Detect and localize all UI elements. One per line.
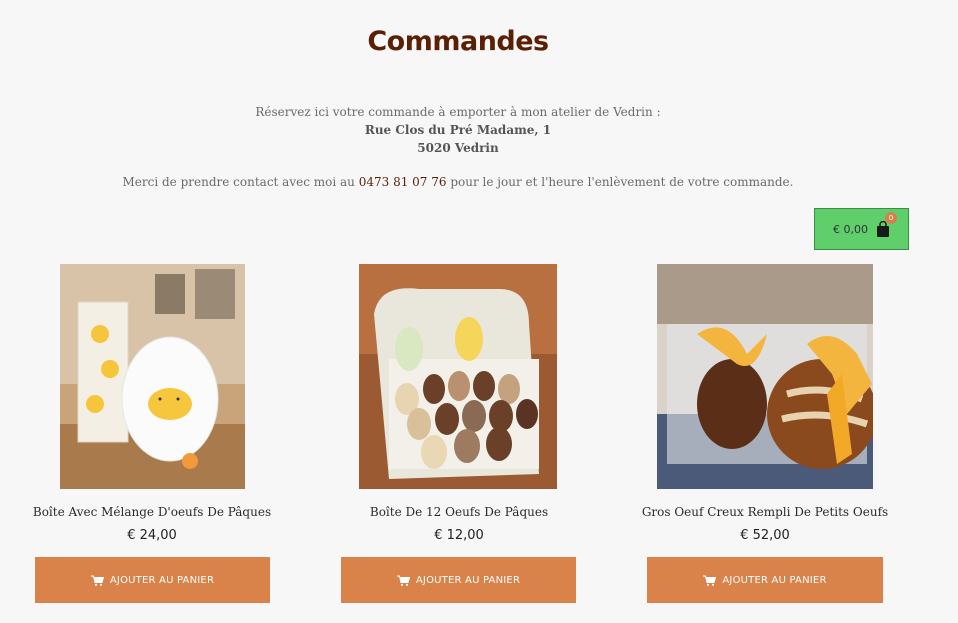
product-name-1[interactable]: Boîte Avec Mélange D'oeufs De Pâques bbox=[22, 505, 282, 519]
cart-count-badge: 0 bbox=[885, 212, 897, 224]
add-to-cart-button-2[interactable]: AJOUTER AU PANIER bbox=[341, 557, 576, 603]
product-price-2: € 12,00 bbox=[434, 528, 484, 543]
add-to-cart-label: AJOUTER AU PANIER bbox=[415, 574, 521, 586]
product-name-3[interactable]: Gros Oeuf Creux Rempli De Petits Oeufs bbox=[635, 505, 895, 519]
address-city: 5020 Vedrin bbox=[417, 141, 499, 155]
product-image-3[interactable] bbox=[657, 264, 873, 489]
shopping-bag-icon: 0 bbox=[876, 212, 897, 237]
intro-text: Réservez ici votre commande à emporter à… bbox=[255, 105, 661, 119]
add-to-cart-label: AJOUTER AU PANIER bbox=[109, 574, 215, 586]
contact-text: Merci de prendre contact avec moi au 047… bbox=[0, 175, 916, 189]
add-to-cart-button-3[interactable]: AJOUTER AU PANIER bbox=[647, 557, 883, 603]
product-price-3: € 52,00 bbox=[740, 528, 790, 543]
cart-icon bbox=[703, 575, 717, 586]
product-name-2[interactable]: Boîte De 12 Oeufs De Pâques bbox=[329, 505, 589, 519]
contact-before: Merci de prendre contact avec moi au bbox=[122, 175, 359, 189]
add-to-cart-button-1[interactable]: AJOUTER AU PANIER bbox=[35, 557, 270, 603]
cart-icon bbox=[396, 575, 410, 586]
cart-button[interactable]: € 0,00 0 bbox=[814, 208, 909, 250]
product-image-2[interactable] bbox=[359, 264, 557, 489]
add-to-cart-label: AJOUTER AU PANIER bbox=[722, 574, 827, 586]
product-price-1: € 24,00 bbox=[127, 528, 177, 543]
product-image-1[interactable] bbox=[60, 264, 245, 489]
phone-link[interactable]: 0473 81 07 76 bbox=[359, 175, 447, 189]
address-street: Rue Clos du Pré Madame, 1 bbox=[364, 123, 552, 137]
order-info: Réservez ici votre commande à emporter à… bbox=[0, 103, 916, 157]
cart-total: € 0,00 bbox=[833, 222, 868, 236]
page-title: Commandes bbox=[367, 26, 549, 57]
contact-after: pour le jour et l'heure l'enlèvement de … bbox=[446, 175, 794, 189]
cart-icon bbox=[90, 575, 104, 586]
